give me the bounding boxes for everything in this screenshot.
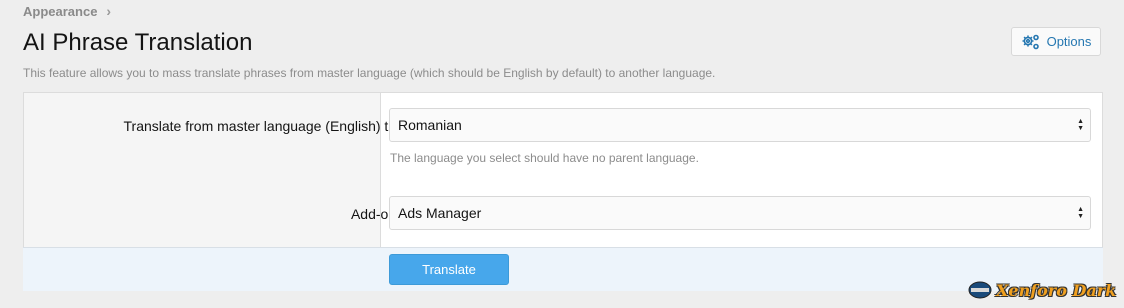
breadcrumb-item-appearance[interactable]: Appearance — [23, 4, 97, 19]
addon-select[interactable]: Ads Manager ▲ ▼ — [389, 196, 1091, 230]
language-hint: The language you select should have no p… — [390, 151, 699, 165]
xenforo-logo-icon — [968, 281, 992, 299]
watermark-text: Xenforo Dark — [996, 280, 1117, 300]
select-arrows-icon: ▲ ▼ — [1077, 118, 1084, 132]
watermark: Xenforo Dark — [968, 280, 1116, 300]
language-select[interactable]: Romanian ▲ ▼ — [389, 108, 1091, 142]
options-button-label: Options — [1046, 34, 1092, 49]
breadcrumb: Appearance › — [23, 3, 111, 19]
form-submit-row — [23, 247, 1103, 291]
gears-icon — [1022, 34, 1039, 49]
translate-button[interactable]: Translate — [389, 254, 509, 285]
language-label: Translate from master language (English)… — [123, 118, 401, 134]
form-label-column — [24, 93, 381, 247]
language-select-value: Romanian — [398, 117, 462, 133]
options-button[interactable]: Options — [1011, 27, 1101, 56]
page-description: This feature allows you to mass translat… — [23, 66, 716, 80]
addon-select-value: Ads Manager — [398, 205, 482, 221]
select-arrows-icon: ▲ ▼ — [1077, 206, 1084, 220]
page-title: AI Phrase Translation — [23, 29, 253, 56]
chevron-right-icon: › — [106, 3, 112, 19]
